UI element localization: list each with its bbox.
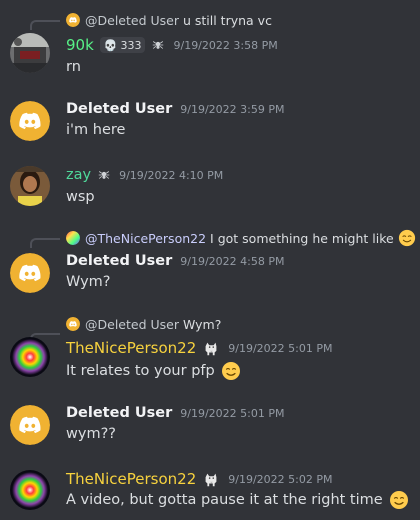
- timestamp: 9/19/2022 4:58 PM: [180, 254, 285, 268]
- message-content: rn: [66, 59, 81, 75]
- author-name[interactable]: 90k: [66, 36, 94, 54]
- reply-mention[interactable]: @Deleted User: [85, 13, 179, 28]
- timestamp: 9/19/2022 3:59 PM: [180, 102, 285, 116]
- author-name[interactable]: TheNicePerson22: [66, 339, 196, 357]
- author-name[interactable]: Deleted User: [66, 101, 172, 117]
- spider-icon: [151, 38, 165, 52]
- rainbow-avatar-icon: [66, 231, 80, 245]
- reply-mention[interactable]: @TheNicePerson22: [85, 231, 206, 246]
- timestamp: 9/19/2022 5:01 PM: [180, 406, 285, 420]
- reply-text: Wym?: [182, 316, 222, 332]
- reply-connector: [30, 20, 60, 30]
- smirk-emoji-icon: [398, 229, 416, 247]
- message-text: A video, but gotta pause it at the right…: [66, 492, 383, 508]
- discord-logo-icon: [66, 13, 80, 27]
- timestamp: 9/19/2022 3:58 PM: [173, 38, 278, 52]
- rainbow-avatar-icon[interactable]: [10, 337, 50, 377]
- timestamp: 9/19/2022 4:10 PM: [119, 168, 224, 182]
- message-content: i'm here: [66, 122, 126, 138]
- timestamp: 9/19/2022 5:01 PM: [228, 341, 333, 355]
- discord-logo-icon[interactable]: [10, 101, 50, 141]
- reply-preview[interactable]: @TheNicePerson22 I got something he migh…: [66, 229, 416, 247]
- rainbow-avatar-icon[interactable]: [10, 470, 50, 510]
- message-content: Wym?: [66, 274, 111, 290]
- photo-avatar-icon[interactable]: [10, 166, 50, 206]
- reply-connector: [30, 238, 60, 248]
- smirk-emoji-icon: [221, 361, 241, 381]
- timestamp: 9/19/2022 5:02 PM: [228, 472, 333, 486]
- reply-preview[interactable]: @Deleted User u still tryna vc: [66, 11, 272, 29]
- reply-text: I got something he might like: [210, 230, 394, 246]
- reply-preview[interactable]: @Deleted User Wym?: [66, 315, 221, 333]
- server-tag-badge[interactable]: 💀 333: [99, 37, 146, 53]
- photo-avatar-icon[interactable]: [10, 33, 50, 73]
- author-name[interactable]: Deleted User: [66, 405, 172, 421]
- message-content: wsp: [66, 189, 95, 205]
- author-name[interactable]: TheNicePerson22: [66, 470, 196, 488]
- author-name[interactable]: Deleted User: [66, 253, 172, 269]
- reply-mention[interactable]: @Deleted User: [85, 317, 179, 332]
- message-text: It relates to your pfp: [66, 363, 215, 379]
- reply-text: u still tryna vc: [182, 12, 272, 28]
- author-name[interactable]: zay: [66, 167, 91, 183]
- message-content: It relates to your pfp: [66, 361, 241, 381]
- skull-icon: 💀: [103, 38, 118, 52]
- discord-logo-icon[interactable]: [10, 253, 50, 293]
- spider-icon: [97, 168, 111, 182]
- goat-icon: [202, 339, 220, 357]
- message-content: A video, but gotta pause it at the right…: [66, 490, 409, 510]
- discord-logo-icon: [66, 317, 80, 331]
- message-content: wym??: [66, 426, 116, 442]
- discord-logo-icon[interactable]: [10, 405, 50, 445]
- goat-icon: [202, 470, 220, 488]
- badge-text: 333: [120, 38, 142, 52]
- smirk-emoji-icon: [389, 490, 409, 510]
